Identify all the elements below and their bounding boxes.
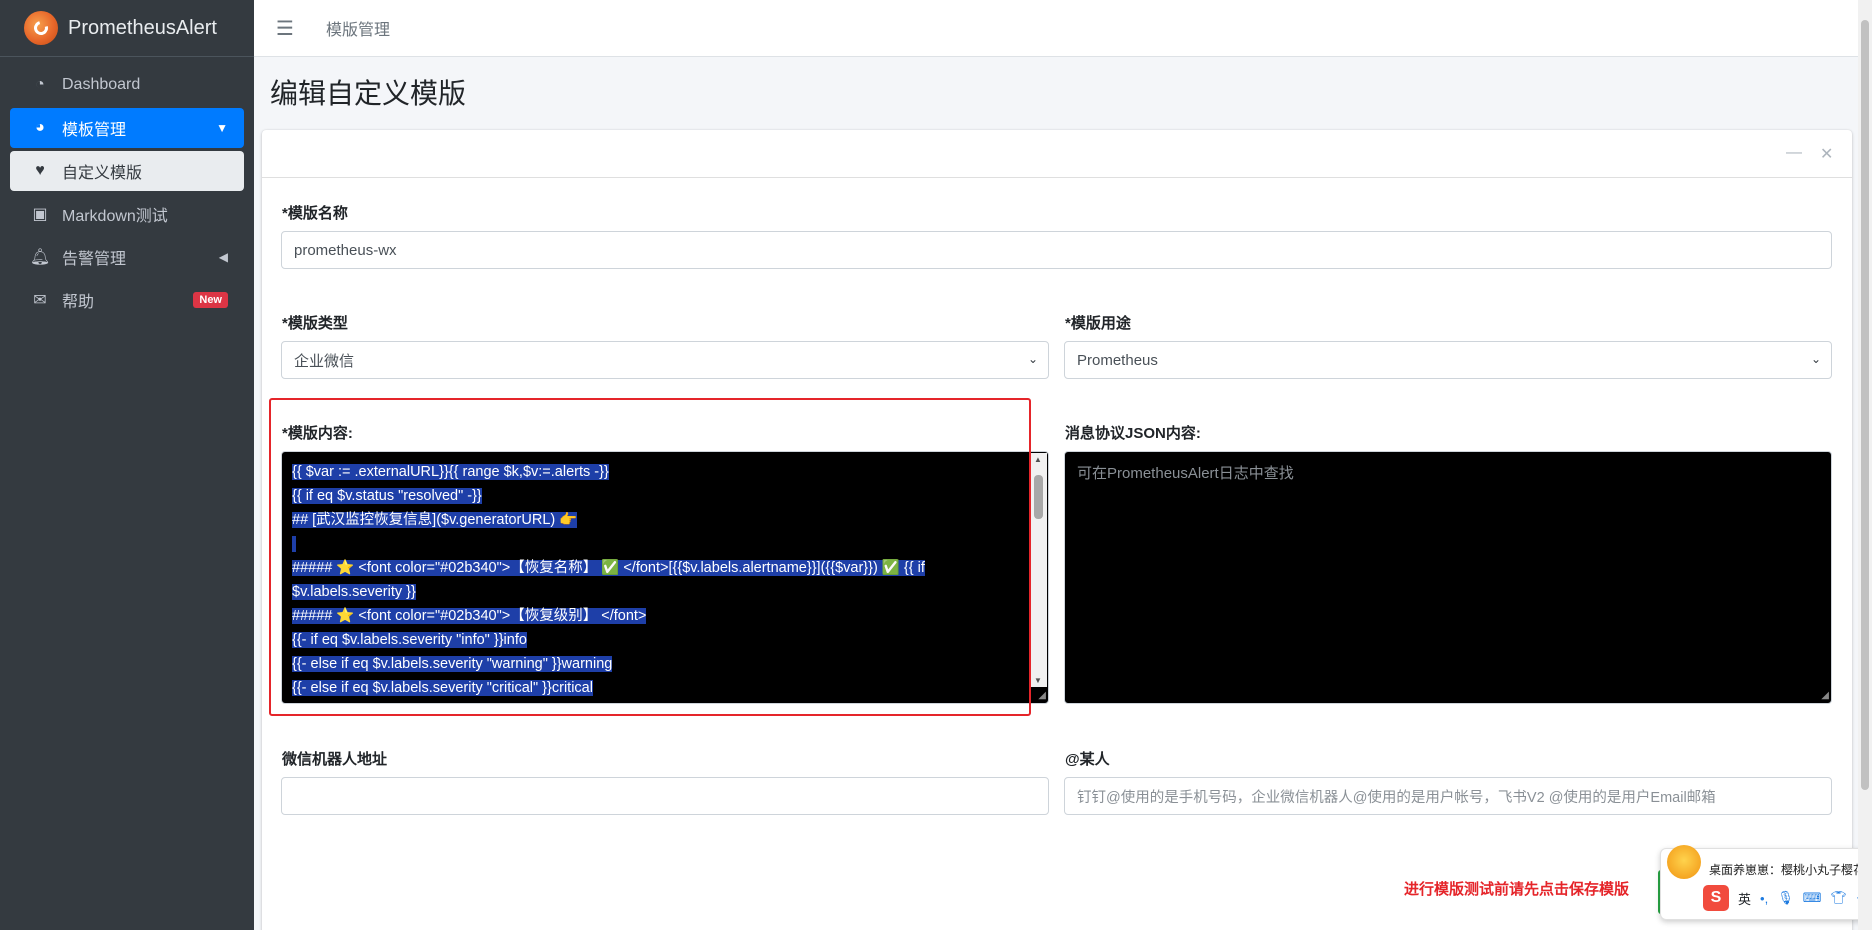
chevron-left-icon: ◀ <box>218 250 228 264</box>
brand-name: PrometheusAlert <box>68 16 217 39</box>
textarea-scrollbar[interactable]: ▲ ▼ <box>1030 453 1047 687</box>
minimize-icon[interactable]: — <box>1786 144 1802 162</box>
punctuation-icon[interactable]: •, <box>1760 891 1768 906</box>
resize-handle-icon[interactable]: ◢ <box>1038 690 1046 701</box>
scroll-thumb[interactable] <box>1034 475 1043 519</box>
skin-icon[interactable]: 👕︎ <box>1830 890 1847 906</box>
page-scroll-thumb[interactable] <box>1861 20 1869 790</box>
brand[interactable]: PrometheusAlert <box>0 0 254 57</box>
scroll-down-icon[interactable]: ▼ <box>1034 676 1042 685</box>
sogou-logo-icon[interactable]: S <box>1703 885 1729 911</box>
sidebar-item-label: 帮助 <box>62 294 95 311</box>
sidebar-item-markdown-test[interactable]: ▣ Markdown测试 <box>10 194 244 234</box>
ime-notice[interactable]: 桌面养崽崽：樱桃小丸子樱花之 <box>1709 861 1872 878</box>
chevron-down-icon: ⌄ <box>1027 352 1038 366</box>
sidebar-item-custom-template[interactable]: ♥ 自定义模版 <box>10 151 244 191</box>
sidebar-item-dashboard[interactable]: ◔ Dashboard <box>10 65 244 105</box>
sidebar-item-template-management[interactable]: ◕ 模板管理 ▼ <box>10 108 244 148</box>
robot-address-input[interactable] <box>281 777 1049 815</box>
template-usage-select[interactable]: Prometheus ⌄ <box>1064 341 1832 379</box>
template-type-value: 企业微信 <box>294 352 355 370</box>
json-content-textarea[interactable]: 可在PrometheusAlert日志中查找 ◢ <box>1064 451 1832 704</box>
page-scrollbar[interactable] <box>1858 0 1872 930</box>
sidebar: PrometheusAlert ◔ Dashboard ◕ 模板管理 ▼ ♥ 自… <box>0 0 254 930</box>
save-warning-text: 进行模版测试前请先点击保存模版 <box>1404 881 1630 898</box>
sidebar-item-label: 告警管理 <box>62 251 127 268</box>
sun-mascot-icon <box>1667 845 1701 879</box>
sidebar-item-label: Dashboard <box>62 76 141 93</box>
bell-icon: 🔔︎ <box>29 249 51 266</box>
prometheus-logo-icon <box>24 11 58 45</box>
sidebar-item-help[interactable]: ✉ 帮助 New <box>10 280 244 320</box>
template-type-select[interactable]: 企业微信 ⌄ <box>281 341 1049 379</box>
chevron-down-icon: ▼ <box>216 121 228 135</box>
heart-icon: ♥ <box>35 162 45 179</box>
microphone-icon[interactable]: 🎙︎ <box>1777 890 1794 906</box>
image-icon: ▣ <box>32 206 48 223</box>
pie-chart-icon: ◕ <box>35 119 45 136</box>
sidebar-nav: ◔ Dashboard ◕ 模板管理 ▼ ♥ 自定义模版 ▣ Markdown测… <box>0 57 254 331</box>
scroll-up-icon[interactable]: ▲ <box>1034 455 1042 464</box>
template-usage-value: Prometheus <box>1077 351 1158 369</box>
page-title: 编辑自定义模版 <box>270 78 467 109</box>
card-header: — ✕ <box>262 130 1852 178</box>
ime-language-toggle[interactable]: 英 <box>1738 889 1751 908</box>
at-someone-label: @某人 <box>1065 751 1110 768</box>
sidebar-item-label: Markdown测试 <box>62 208 168 225</box>
new-badge: New <box>193 292 228 308</box>
nav-link-template-management[interactable]: 模版管理 <box>326 16 390 40</box>
template-name-label: *模版名称 <box>282 205 348 222</box>
sidebar-item-label: 自定义模版 <box>62 165 143 182</box>
hamburger-icon[interactable]: ☰ <box>276 16 300 41</box>
json-content-label: 消息协议JSON内容: <box>1065 425 1201 442</box>
close-icon[interactable]: ✕ <box>1820 144 1833 164</box>
keyboard-icon[interactable]: ⌨ <box>1803 890 1822 906</box>
template-type-label: *模版类型 <box>282 315 348 332</box>
top-navbar: ☰ 模版管理 <box>254 0 1872 57</box>
sidebar-item-label: 模板管理 <box>62 122 127 139</box>
json-content-placeholder: 可在PrometheusAlert日志中查找 <box>1077 465 1294 482</box>
at-someone-input[interactable]: 钉钉@使用的是手机号码，企业微信机器人@使用的是用户帐号，飞书V2 @使用的是用… <box>1064 777 1832 815</box>
sidebar-item-alert-management[interactable]: 🔔︎ 告警管理 ◀ <box>10 237 244 277</box>
envelope-icon: ✉ <box>33 292 47 309</box>
ime-bar: S 英 •, 🎙︎ ⌨ 👕︎ ⋯ <box>1703 885 1869 911</box>
template-usage-label: *模版用途 <box>1065 315 1131 332</box>
robot-address-label: 微信机器人地址 <box>282 751 388 768</box>
ime-toolbar: 桌面养崽崽：樱桃小丸子樱花之 S 英 •, 🎙︎ ⌨ 👕︎ ⋯ <box>1660 845 1872 920</box>
dashboard-icon: ◔ <box>35 76 45 93</box>
highlight-annotation-box <box>269 398 1031 716</box>
template-name-input[interactable]: prometheus-wx <box>281 231 1832 269</box>
resize-handle-icon[interactable]: ◢ <box>1821 690 1829 701</box>
chevron-down-icon: ⌄ <box>1810 352 1821 366</box>
